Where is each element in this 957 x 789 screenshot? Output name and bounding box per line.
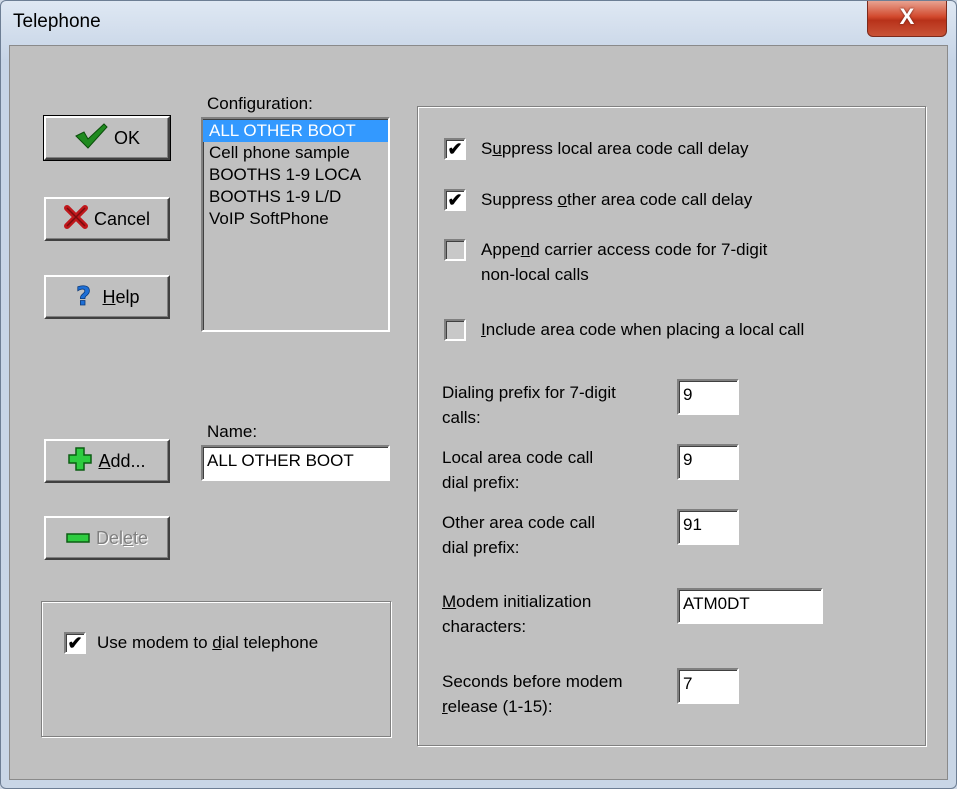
suppress-local-checkbox[interactable]: ✔ [444, 138, 466, 160]
list-item[interactable]: Cell phone sample [203, 142, 388, 164]
configuration-label: Configuration: [207, 94, 313, 113]
suppress-other-label: Suppress other area code call delay [481, 190, 753, 209]
question-icon: ? [74, 281, 96, 314]
plus-icon [68, 446, 93, 476]
delete-button[interactable]: Delete [44, 516, 170, 560]
name-field[interactable]: ALL OTHER BOOT [201, 445, 390, 481]
minus-icon [66, 528, 90, 549]
ok-button[interactable]: OK [43, 115, 171, 161]
list-item[interactable]: VoIP SoftPhone [203, 208, 388, 230]
name-label: Name: [207, 422, 258, 441]
configuration-listbox[interactable]: ALL OTHER BOOT Cell phone sample BOOTHS … [201, 117, 390, 332]
other-prefix-label: Other area code call dial prefix: [442, 513, 596, 557]
modem-init-field[interactable]: ATM0DT [677, 588, 823, 624]
use-modem-label: Use modem to dial telephone [97, 633, 319, 652]
use-modem-checkbox[interactable]: ✔ [64, 632, 86, 654]
local-prefix-field[interactable]: 9 [677, 444, 739, 480]
help-button[interactable]: ? Help [44, 275, 170, 319]
checkmark-icon [74, 122, 108, 154]
dialing-prefix-field[interactable]: 9 [677, 379, 739, 415]
svg-text:?: ? [76, 282, 91, 309]
include-area-checkbox[interactable] [444, 319, 466, 341]
suppress-local-label: Suppress local area code call delay [481, 139, 749, 158]
ok-label: OK [113, 127, 140, 148]
check-mark-icon: ✔ [447, 190, 463, 210]
modem-init-label: Modem initialization characters: [442, 592, 592, 636]
options-groupbox: ✔ Suppress local area code call delay ✔ … [417, 106, 926, 746]
x-icon [63, 204, 88, 234]
other-prefix-field[interactable]: 91 [677, 509, 739, 545]
title-bar[interactable]: Telephone X [1, 1, 956, 45]
cancel-label: Cancel [93, 208, 151, 229]
list-item[interactable]: BOOTHS 1-9 L/D [203, 186, 388, 208]
cancel-button[interactable]: Cancel [44, 197, 170, 241]
local-prefix-label: Local area code call dial prefix: [442, 448, 594, 492]
seconds-release-field[interactable]: 7 [677, 668, 739, 704]
append-carrier-label: Append carrier access code for 7-digit no… [481, 240, 768, 284]
include-area-label: Include area code when placing a local c… [481, 320, 805, 339]
append-carrier-checkbox[interactable] [444, 239, 466, 261]
check-mark-icon: ✔ [447, 139, 463, 159]
close-icon: X [899, 4, 915, 29]
list-item[interactable]: ALL OTHER BOOT [203, 120, 388, 142]
delete-label: Delete [95, 527, 149, 548]
add-button[interactable]: Add... [44, 439, 170, 483]
suppress-other-checkbox[interactable]: ✔ [444, 189, 466, 211]
seconds-release-label: Seconds before modem release (1-15): [442, 672, 623, 716]
dialing-prefix-label: Dialing prefix for 7-digit calls: [442, 383, 616, 427]
check-mark-icon: ✔ [67, 633, 83, 653]
list-item[interactable]: BOOTHS 1-9 LOCA [203, 164, 388, 186]
modem-groupbox: ✔ Use modem to dial telephone [41, 601, 391, 737]
close-button[interactable]: X [867, 1, 947, 37]
help-label: Help [102, 286, 140, 307]
dialog-client-area: OK Cancel ? Help Configuration: ALL OTHE… [9, 45, 948, 780]
window-title: Telephone [13, 11, 101, 32]
add-label: Add... [98, 450, 146, 471]
telephone-dialog: Telephone X OK Cancel ? Help Configurati… [0, 0, 957, 789]
